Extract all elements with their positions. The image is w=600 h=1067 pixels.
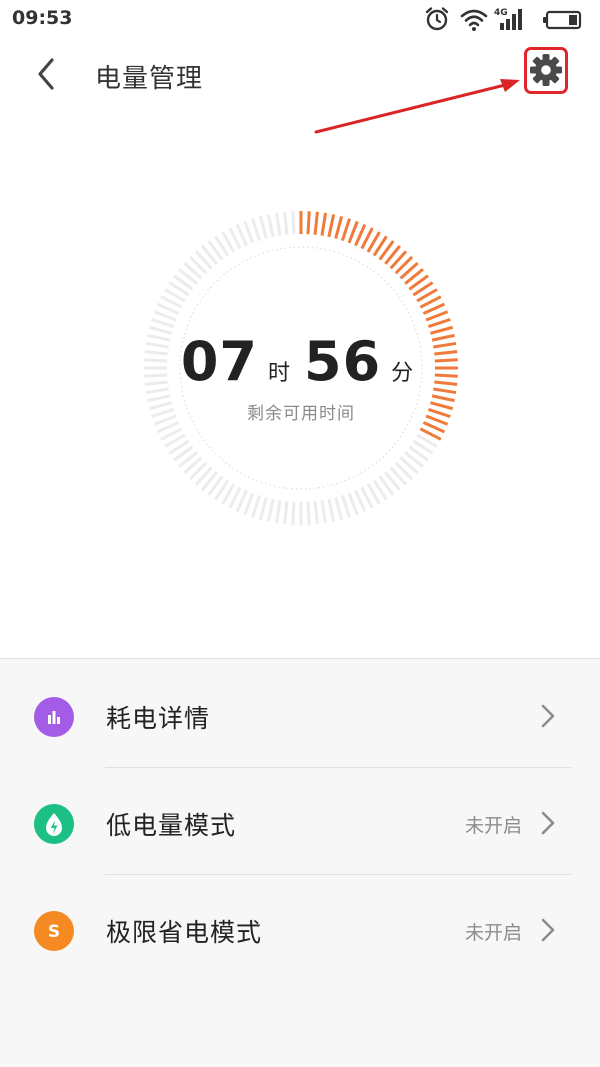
low-power-icon-badge <box>34 804 74 844</box>
dial-tick <box>243 492 255 516</box>
alarm-icon <box>425 7 449 31</box>
status-time: 09:53 <box>12 7 73 29</box>
list-item-low-power-mode[interactable]: 低电量模式 未开启 <box>0 768 600 875</box>
chevron-right-icon <box>541 811 555 835</box>
remaining-time-caption: 剩余可用时间 <box>247 404 355 424</box>
dial-tick <box>313 501 319 525</box>
battery-options-list: 耗电详情 低电量模式 未开启 S 极限省电模式 未开启 <box>0 658 600 1067</box>
s-letter: S <box>48 922 60 942</box>
list-item-extreme-power-saving[interactable]: S 极限省电模式 未开启 <box>0 875 600 982</box>
dial-tick <box>274 500 282 524</box>
wifi-icon <box>460 9 488 31</box>
chevron-right-icon <box>541 918 555 942</box>
remaining-time-readout: 07 时 56 分 剩余可用时间 <box>140 330 462 424</box>
list-item-status: 未开启 <box>464 815 522 837</box>
dial-tick-active <box>334 215 344 239</box>
dial-tick <box>251 494 262 518</box>
dial-tick-active <box>327 214 336 238</box>
dial-tick-active <box>306 211 311 235</box>
dial-tick <box>266 214 275 238</box>
hours-unit: 时 <box>267 361 290 386</box>
power-usage-icon-badge <box>34 697 74 737</box>
list-item-power-usage-details[interactable]: 耗电详情 <box>0 661 600 768</box>
list-item-label: 耗电详情 <box>106 704 211 733</box>
list-item-label: 低电量模式 <box>106 811 237 840</box>
remaining-hours: 07 <box>180 330 258 393</box>
s-letter-icon: S <box>48 922 60 942</box>
dial-tick <box>283 211 289 235</box>
battery-management-screen: 09:53 4G 电量管理 07 时 56 分 剩余可用时间 耗电详情 低电量模… <box>0 0 600 1067</box>
network-type-label: 4G <box>494 8 508 18</box>
dial-tick <box>306 501 311 525</box>
dial-tick-active <box>427 318 451 329</box>
dial-tick <box>291 211 296 235</box>
dial-tick <box>320 500 328 524</box>
dial-tick <box>340 494 351 518</box>
settings-button[interactable] <box>528 52 564 88</box>
dial-tick <box>266 498 275 522</box>
status-bar: 09:53 4G <box>0 0 600 38</box>
dial-tick-active <box>425 310 449 322</box>
remaining-minutes: 56 <box>304 330 382 393</box>
dial-tick-active <box>313 211 319 235</box>
battery-icon <box>543 10 582 30</box>
bar-chart-icon <box>48 711 60 724</box>
leaf-bolt-icon <box>46 813 62 836</box>
app-header: 电量管理 <box>0 38 600 110</box>
dial-tick <box>347 492 359 516</box>
gear-icon <box>530 54 562 86</box>
page-title: 电量管理 <box>95 64 204 94</box>
dial-tick-active <box>347 220 359 244</box>
extreme-saving-icon-badge: S <box>34 911 74 951</box>
dial-tick <box>258 215 268 239</box>
dial-tick <box>151 318 175 329</box>
back-button[interactable] <box>28 54 68 94</box>
dial-tick <box>258 497 268 521</box>
dial-tick <box>274 212 282 236</box>
dial-tick <box>251 218 262 242</box>
dial-tick <box>243 220 255 244</box>
dial-tick <box>334 497 344 521</box>
minutes-unit: 分 <box>391 361 414 386</box>
dial-tick-active <box>340 218 351 242</box>
dial-tick <box>291 501 296 525</box>
dial-tick <box>153 310 177 322</box>
chevron-left-icon <box>38 58 54 90</box>
remaining-time: 07 时 56 分 <box>140 330 462 393</box>
chevron-right-icon <box>541 704 555 728</box>
dial-tick <box>283 501 289 525</box>
list-item-label: 极限省电模式 <box>106 918 263 947</box>
signal-icon: 4G <box>494 8 522 30</box>
dial-tick-active <box>320 212 328 236</box>
list-item-status: 未开启 <box>464 922 522 944</box>
dial-tick <box>327 498 336 522</box>
